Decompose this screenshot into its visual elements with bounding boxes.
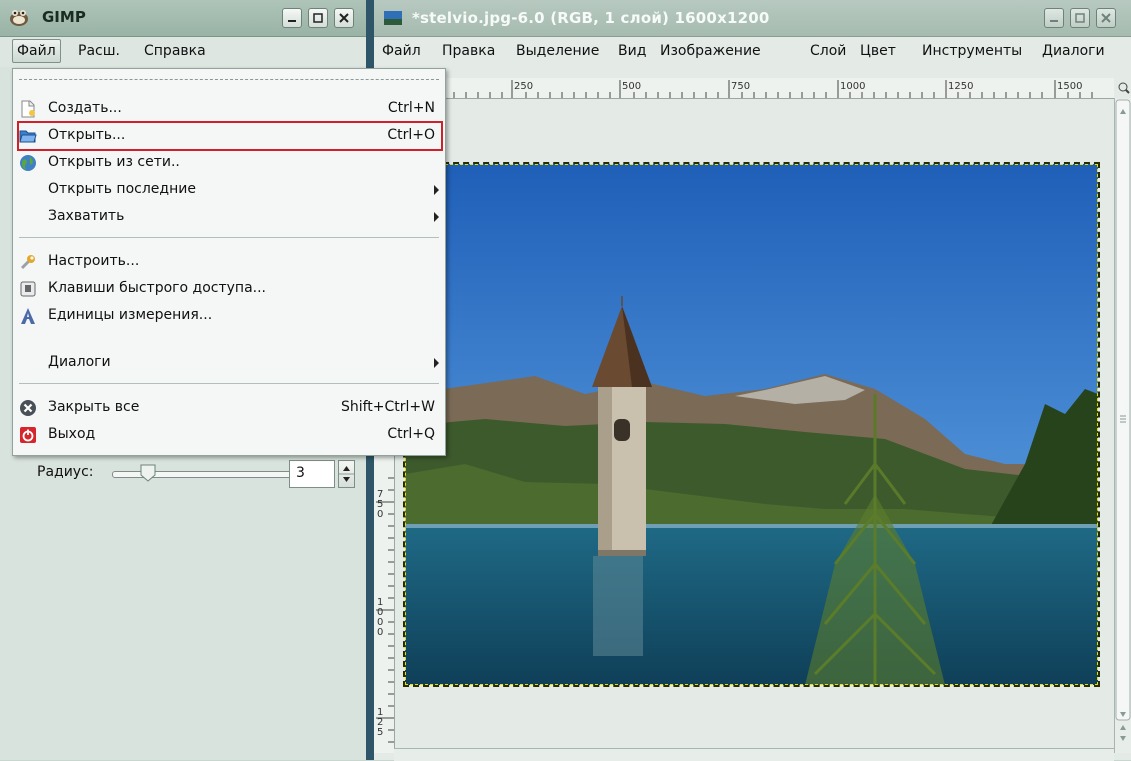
menu-separator xyxy=(19,383,439,384)
image-canvas[interactable] xyxy=(395,99,1114,748)
minimize-icon xyxy=(288,20,296,22)
img-menu-edit[interactable]: Правка xyxy=(442,43,495,59)
menu-item-dialogs[interactable]: Диалоги xyxy=(13,350,445,376)
menu-item-accel: Ctrl+N xyxy=(387,100,435,116)
image-window: *stelvio.jpg-6.0 (RGB, 1 слой) 1600x1200… xyxy=(374,0,1131,761)
radius-value-input[interactable]: 3 xyxy=(289,460,335,488)
spin-arrows-icon xyxy=(339,466,354,482)
submenu-arrow-icon xyxy=(434,212,439,222)
new-document-icon xyxy=(21,100,35,118)
hruler-label: 750 xyxy=(731,81,750,92)
img-menu-layer[interactable]: Слой xyxy=(810,43,846,59)
img-menu-image[interactable]: Изображение xyxy=(660,43,761,59)
menu-item-keyboard-shortcuts[interactable]: Клавиши быстрого доступа... xyxy=(13,276,445,302)
vertical-scrollbar[interactable] xyxy=(1114,98,1131,753)
image-thumbnail-icon xyxy=(384,11,402,25)
submenu-arrow-icon xyxy=(434,185,439,195)
hruler-label: 1000 xyxy=(840,81,865,92)
navigate-icon[interactable] xyxy=(1116,78,1131,98)
close-icon xyxy=(1101,13,1111,23)
ruler-ticks: 250 500 750 1000 1250 1500 xyxy=(453,80,1093,98)
vruler-label: 750 xyxy=(377,489,384,520)
wrench-icon xyxy=(20,255,35,270)
ruler-units-icon xyxy=(21,308,35,324)
menu-tearoff[interactable] xyxy=(19,79,439,80)
hruler-label: 1500 xyxy=(1057,81,1082,92)
menu-item-label: Выход xyxy=(48,426,96,442)
img-menu-file[interactable]: Файл xyxy=(382,43,421,59)
menu-item-label: Открыть последние xyxy=(48,181,196,197)
menu-item-label: Создать... xyxy=(48,100,122,116)
menu-item-label: Закрыть все xyxy=(48,399,140,415)
menu-item-label: Единицы измерения... xyxy=(48,307,213,323)
minimize-button[interactable] xyxy=(282,8,302,28)
image-maximize-button[interactable] xyxy=(1070,8,1090,28)
menu-item-units[interactable]: Единицы измерения... xyxy=(13,303,445,329)
close-icon xyxy=(339,13,349,23)
img-menu-colors[interactable]: Цвет xyxy=(860,43,896,59)
img-menu-dialogs[interactable]: Диалоги xyxy=(1042,43,1105,59)
radius-slider-thumb[interactable] xyxy=(139,463,157,483)
img-menu-tools[interactable]: Инструменты xyxy=(922,43,1022,59)
menu-item-label: Клавиши быстрого доступа... xyxy=(48,280,267,296)
image-titlebar[interactable]: *stelvio.jpg-6.0 (RGB, 1 слой) 1600x1200 xyxy=(374,0,1131,37)
close-button[interactable] xyxy=(334,8,354,28)
image-menubar: Файл Правка Выделение Вид Изображение Сл… xyxy=(374,37,1131,67)
menu-item-label: Захватить xyxy=(48,208,125,224)
menu-item-accel: Shift+Ctrl+W xyxy=(340,399,435,415)
radius-option: Радиус: 3 xyxy=(37,460,357,488)
menu-item-close-all[interactable]: Закрыть все Shift+Ctrl+W xyxy=(13,395,445,421)
menu-extensions[interactable]: Расш. xyxy=(78,43,120,59)
menu-file[interactable]: Файл xyxy=(12,39,61,63)
menu-separator xyxy=(19,237,439,238)
vruler-label: 125 xyxy=(377,707,384,738)
radius-stepper[interactable] xyxy=(338,460,355,488)
menu-item-open-recent[interactable]: Открыть последние xyxy=(13,177,445,203)
maximize-icon xyxy=(1075,13,1085,23)
maximize-button[interactable] xyxy=(308,8,328,28)
file-menu: Создать... Ctrl+N Открыть... Ctrl+O Откр… xyxy=(12,68,446,456)
menu-item-new[interactable]: Создать... Ctrl+N xyxy=(13,96,445,122)
toolbox-menubar: Файл Расш. Справка xyxy=(0,37,366,67)
menu-item-accel: Ctrl+Q xyxy=(387,426,435,442)
radius-label: Радиус: xyxy=(37,464,94,480)
image-title: *stelvio.jpg-6.0 (RGB, 1 слой) 1600x1200 xyxy=(412,9,770,27)
globe-icon xyxy=(20,155,36,171)
highlight-box xyxy=(17,121,443,151)
toolbox-titlebar[interactable]: GIMP xyxy=(0,0,366,37)
gimp-logo-icon xyxy=(10,10,28,26)
quit-icon xyxy=(20,427,36,443)
keyboard-key-icon xyxy=(20,281,36,297)
hruler-label: 1250 xyxy=(948,81,973,92)
menu-item-label: Настроить... xyxy=(48,253,140,269)
menu-help[interactable]: Справка xyxy=(144,43,206,59)
menu-item-acquire[interactable]: Захватить xyxy=(13,204,445,230)
menu-item-preferences[interactable]: Настроить... xyxy=(13,249,445,275)
horizontal-ruler[interactable]: 250 500 750 1000 1250 1500 xyxy=(374,78,1114,99)
menu-item-label: Диалоги xyxy=(48,354,111,370)
hruler-label: 250 xyxy=(514,81,533,92)
img-menu-select[interactable]: Выделение xyxy=(516,43,599,59)
close-all-icon xyxy=(20,400,36,416)
vruler-label: 1000 xyxy=(377,597,384,638)
image-minimize-button[interactable] xyxy=(1044,8,1064,28)
scrollbar-graphics xyxy=(1115,99,1131,741)
horizontal-scrollbar[interactable] xyxy=(394,748,1114,761)
menu-item-quit[interactable]: Выход Ctrl+Q xyxy=(13,422,445,448)
radius-spinbutton: 3 xyxy=(289,460,355,488)
minimize-icon xyxy=(1050,20,1058,22)
submenu-arrow-icon xyxy=(434,358,439,368)
hruler-label: 500 xyxy=(622,81,641,92)
maximize-icon xyxy=(313,13,323,23)
image-close-button[interactable] xyxy=(1096,8,1116,28)
menu-item-label: Открыть из сети.. xyxy=(48,154,180,170)
photo-image[interactable] xyxy=(403,162,1100,687)
toolbox-title: GIMP xyxy=(42,8,86,26)
img-menu-view[interactable]: Вид xyxy=(618,43,646,59)
menu-item-open-location[interactable]: Открыть из сети.. xyxy=(13,150,445,176)
